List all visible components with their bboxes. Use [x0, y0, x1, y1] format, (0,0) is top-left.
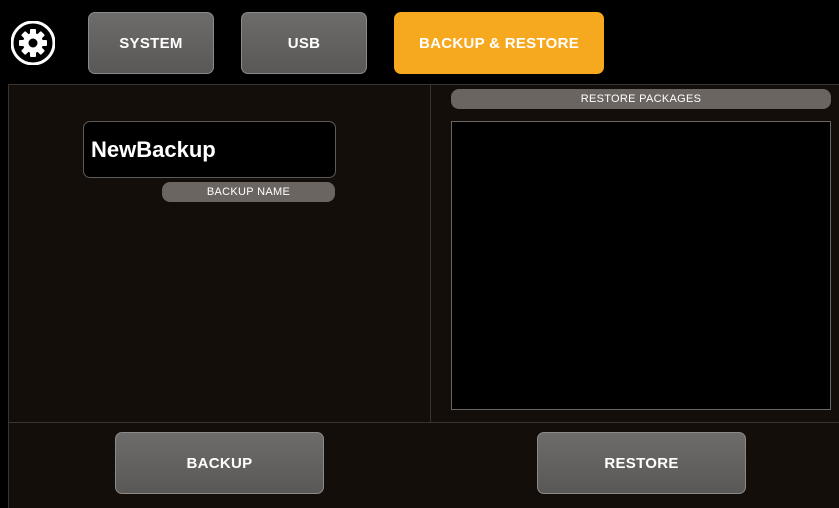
backup-name-input[interactable]: NewBackup	[83, 121, 336, 178]
tab-usb[interactable]: USB	[241, 12, 367, 74]
backup-button[interactable]: BACKUP	[115, 432, 324, 494]
restore-packages-label: RESTORE PACKAGES	[451, 89, 831, 109]
restore-packages-list[interactable]	[451, 121, 831, 410]
top-bar: SYSTEM USB BACKUP & RESTORE	[0, 0, 839, 84]
tab-backup-restore[interactable]: BACKUP & RESTORE	[394, 12, 604, 74]
backup-name-label: BACKUP NAME	[162, 182, 335, 202]
restore-button[interactable]: RESTORE	[537, 432, 746, 494]
tab-system[interactable]: SYSTEM	[88, 12, 214, 74]
panel-divider	[430, 84, 431, 422]
gear-icon[interactable]	[11, 21, 55, 65]
